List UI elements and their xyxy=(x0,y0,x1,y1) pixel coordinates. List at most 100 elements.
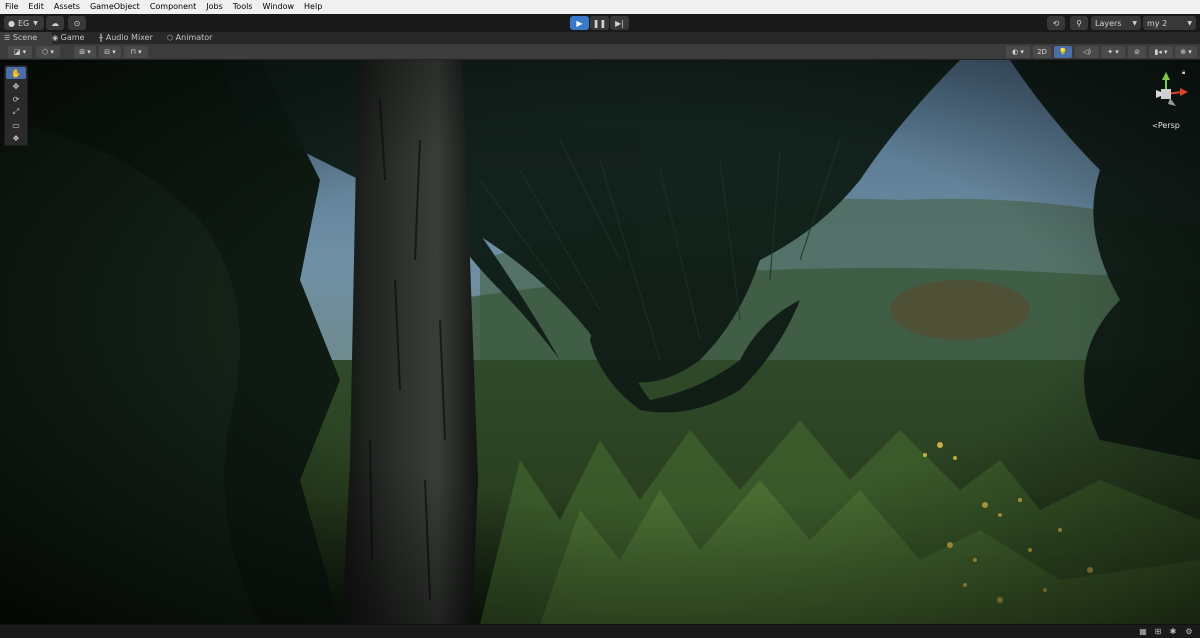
shading-mode-dropdown[interactable]: ◐ ▾ xyxy=(1006,46,1030,58)
pause-button[interactable]: ❚❚ xyxy=(590,16,609,30)
layout-dropdown[interactable]: my 2 ▼ xyxy=(1143,16,1196,30)
y-axis-arrow xyxy=(1162,72,1170,80)
tab-audio-mixer[interactable]: ╫ Audio Mixer xyxy=(99,32,159,44)
scene-toolbar: ◪ ▾ ⬡ ▾ ⊞ ▾ ⊟ ▾ ⊓ ▾ ◐ ▾ 2D 💡 ◁) ✦ ▾ ⊘ ▮◂… xyxy=(0,44,1200,60)
search-button[interactable]: ⚲ xyxy=(1070,16,1088,30)
pause-icon: ❚❚ xyxy=(592,18,607,28)
history-button[interactable]: ⟲ xyxy=(1047,16,1065,30)
menu-help[interactable]: Help xyxy=(299,0,327,14)
tools-palette: ✋ ✥ ⟳ ⤢ ▭ ❖ xyxy=(4,65,28,146)
audio-mixer-icon: ╫ xyxy=(99,34,104,42)
snap-icon: ⊟ ▾ xyxy=(104,48,116,56)
menu-bar: File Edit Assets GameObject Component Jo… xyxy=(0,0,1200,14)
layers-dropdown[interactable]: Layers ▼ xyxy=(1091,16,1141,30)
debug-icon[interactable]: ✱ xyxy=(1168,627,1178,637)
play-icon: ▶ xyxy=(576,18,583,28)
lighting-toggle[interactable]: 💡 xyxy=(1054,46,1072,58)
chevron-down-icon: ▼ xyxy=(33,19,38,27)
layers-label: Layers xyxy=(1095,18,1122,28)
gizmos-dropdown[interactable]: ⊕ ▾ xyxy=(1175,46,1197,58)
light-bulb-icon: 💡 xyxy=(1058,48,1068,56)
step-icon: ▶| xyxy=(615,18,624,28)
draw-mode-icon: ◪ ▾ xyxy=(13,48,27,56)
scene-viewport[interactable] xyxy=(0,60,1200,624)
menu-gameobject[interactable]: GameObject xyxy=(85,0,145,14)
tab-scene[interactable]: ☰ Scene xyxy=(0,32,52,44)
mode-2d-toggle[interactable]: 2D xyxy=(1033,46,1051,58)
move-tool[interactable]: ✥ xyxy=(6,80,26,92)
forest-scene-image xyxy=(0,60,1200,624)
scale-icon: ⤢ xyxy=(12,107,20,116)
settings-icon[interactable]: ⚙ xyxy=(1184,627,1194,637)
ruler-dropdown[interactable]: ⊓ ▾ xyxy=(124,46,148,58)
lock-icon[interactable]: 🔒︎ xyxy=(1182,69,1185,77)
gizmo-center-cube xyxy=(1161,89,1171,99)
grid-snap-dropdown[interactable]: ⊞ ▾ xyxy=(74,46,96,58)
layout-label: my 2 xyxy=(1147,18,1168,28)
collab-button[interactable]: ⊙ xyxy=(68,16,86,30)
play-button[interactable]: ▶ xyxy=(570,16,589,30)
tab-game[interactable]: ◉ Game xyxy=(52,32,92,44)
transform-icon: ❖ xyxy=(12,133,20,143)
progress-icon[interactable]: ▦ xyxy=(1138,627,1148,637)
menu-tools[interactable]: Tools xyxy=(228,0,258,14)
snap-increment-dropdown[interactable]: ⊟ ▾ xyxy=(99,46,121,58)
menu-edit[interactable]: Edit xyxy=(23,0,49,14)
x-axis-arrow xyxy=(1180,88,1188,96)
effects-dropdown[interactable]: ✦ ▾ xyxy=(1101,46,1125,58)
ruler-icon: ⊓ ▾ xyxy=(130,48,142,56)
account-dropdown[interactable]: ● EG ▼ xyxy=(4,16,44,30)
sphere-icon: ◐ ▾ xyxy=(1012,48,1024,56)
collab-icon: ⊙ xyxy=(73,18,81,28)
tab-animator-label: Animator xyxy=(175,33,213,42)
game-icon: ◉ xyxy=(52,34,59,42)
camera-settings-dropdown[interactable]: ▮◂ ▾ xyxy=(1149,46,1173,58)
projection-label[interactable]: <Persp xyxy=(1152,121,1180,130)
scale-tool[interactable]: ⤢ xyxy=(6,106,26,118)
animator-icon: ⬡ xyxy=(167,34,174,42)
gizmos-icon: ⊕ ▾ xyxy=(1180,48,1192,56)
menu-assets[interactable]: Assets xyxy=(49,0,85,14)
render-mode-dropdown[interactable]: ⬡ ▾ xyxy=(36,46,60,58)
tab-scene-label: Scene xyxy=(12,33,38,42)
step-button[interactable]: ▶| xyxy=(610,16,629,30)
menu-window[interactable]: Window xyxy=(257,0,299,14)
cloud-button[interactable]: ☁ xyxy=(46,16,64,30)
menu-file[interactable]: File xyxy=(0,0,23,14)
scene-icon: ☰ xyxy=(4,34,11,42)
account-label: EG xyxy=(17,18,30,28)
audio-toggle[interactable]: ◁) xyxy=(1075,46,1099,58)
effects-icon: ✦ ▾ xyxy=(1107,48,1119,56)
chevron-down-icon: ▼ xyxy=(1187,19,1192,27)
account-icon: ● xyxy=(8,18,15,28)
network-icon[interactable]: ⊞ xyxy=(1153,627,1163,637)
chevron-down-icon: ▼ xyxy=(1132,19,1137,27)
rotate-tool[interactable]: ⟳ xyxy=(6,93,26,105)
tab-audio-mixer-label: Audio Mixer xyxy=(105,33,153,42)
cloud-icon: ☁ xyxy=(51,18,59,28)
hidden-objects-toggle[interactable]: ⊘ xyxy=(1128,46,1146,58)
mode-2d-label: 2D xyxy=(1037,48,1047,56)
draw-mode-dropdown[interactable]: ◪ ▾ xyxy=(8,46,32,58)
history-icon: ⟲ xyxy=(1052,18,1060,28)
transform-tool[interactable]: ❖ xyxy=(6,132,26,144)
main-toolbar: ● EG ▼ ☁ ⊙ ▶ ❚❚ ▶| ⟲ ⚲ Layers ▼ my 2 ▼ xyxy=(0,14,1200,32)
rect-tool[interactable]: ▭ xyxy=(6,119,26,131)
window-tabs: ☰ Scene ◉ Game ╫ Audio Mixer ⬡ Animator xyxy=(0,32,1200,44)
grid-icon: ⊞ ▾ xyxy=(79,48,91,56)
menu-jobs[interactable]: Jobs xyxy=(201,0,228,14)
menu-component[interactable]: Component xyxy=(145,0,201,14)
hand-tool[interactable]: ✋ xyxy=(6,67,26,79)
move-icon: ✥ xyxy=(12,81,20,91)
camera-icon: ▮◂ ▾ xyxy=(1154,48,1168,56)
cube-icon: ⬡ ▾ xyxy=(42,48,54,56)
audio-icon: ◁) xyxy=(1082,48,1092,56)
status-bar: ▦ ⊞ ✱ ⚙ xyxy=(0,624,1200,638)
eye-slash-icon: ⊘ xyxy=(1134,48,1140,56)
tab-animator[interactable]: ⬡ Animator xyxy=(167,32,217,44)
search-icon: ⚲ xyxy=(1076,18,1082,28)
hand-icon: ✋ xyxy=(11,68,21,78)
rotate-icon: ⟳ xyxy=(12,94,20,104)
tab-game-label: Game xyxy=(60,33,85,42)
rect-icon: ▭ xyxy=(12,120,20,130)
